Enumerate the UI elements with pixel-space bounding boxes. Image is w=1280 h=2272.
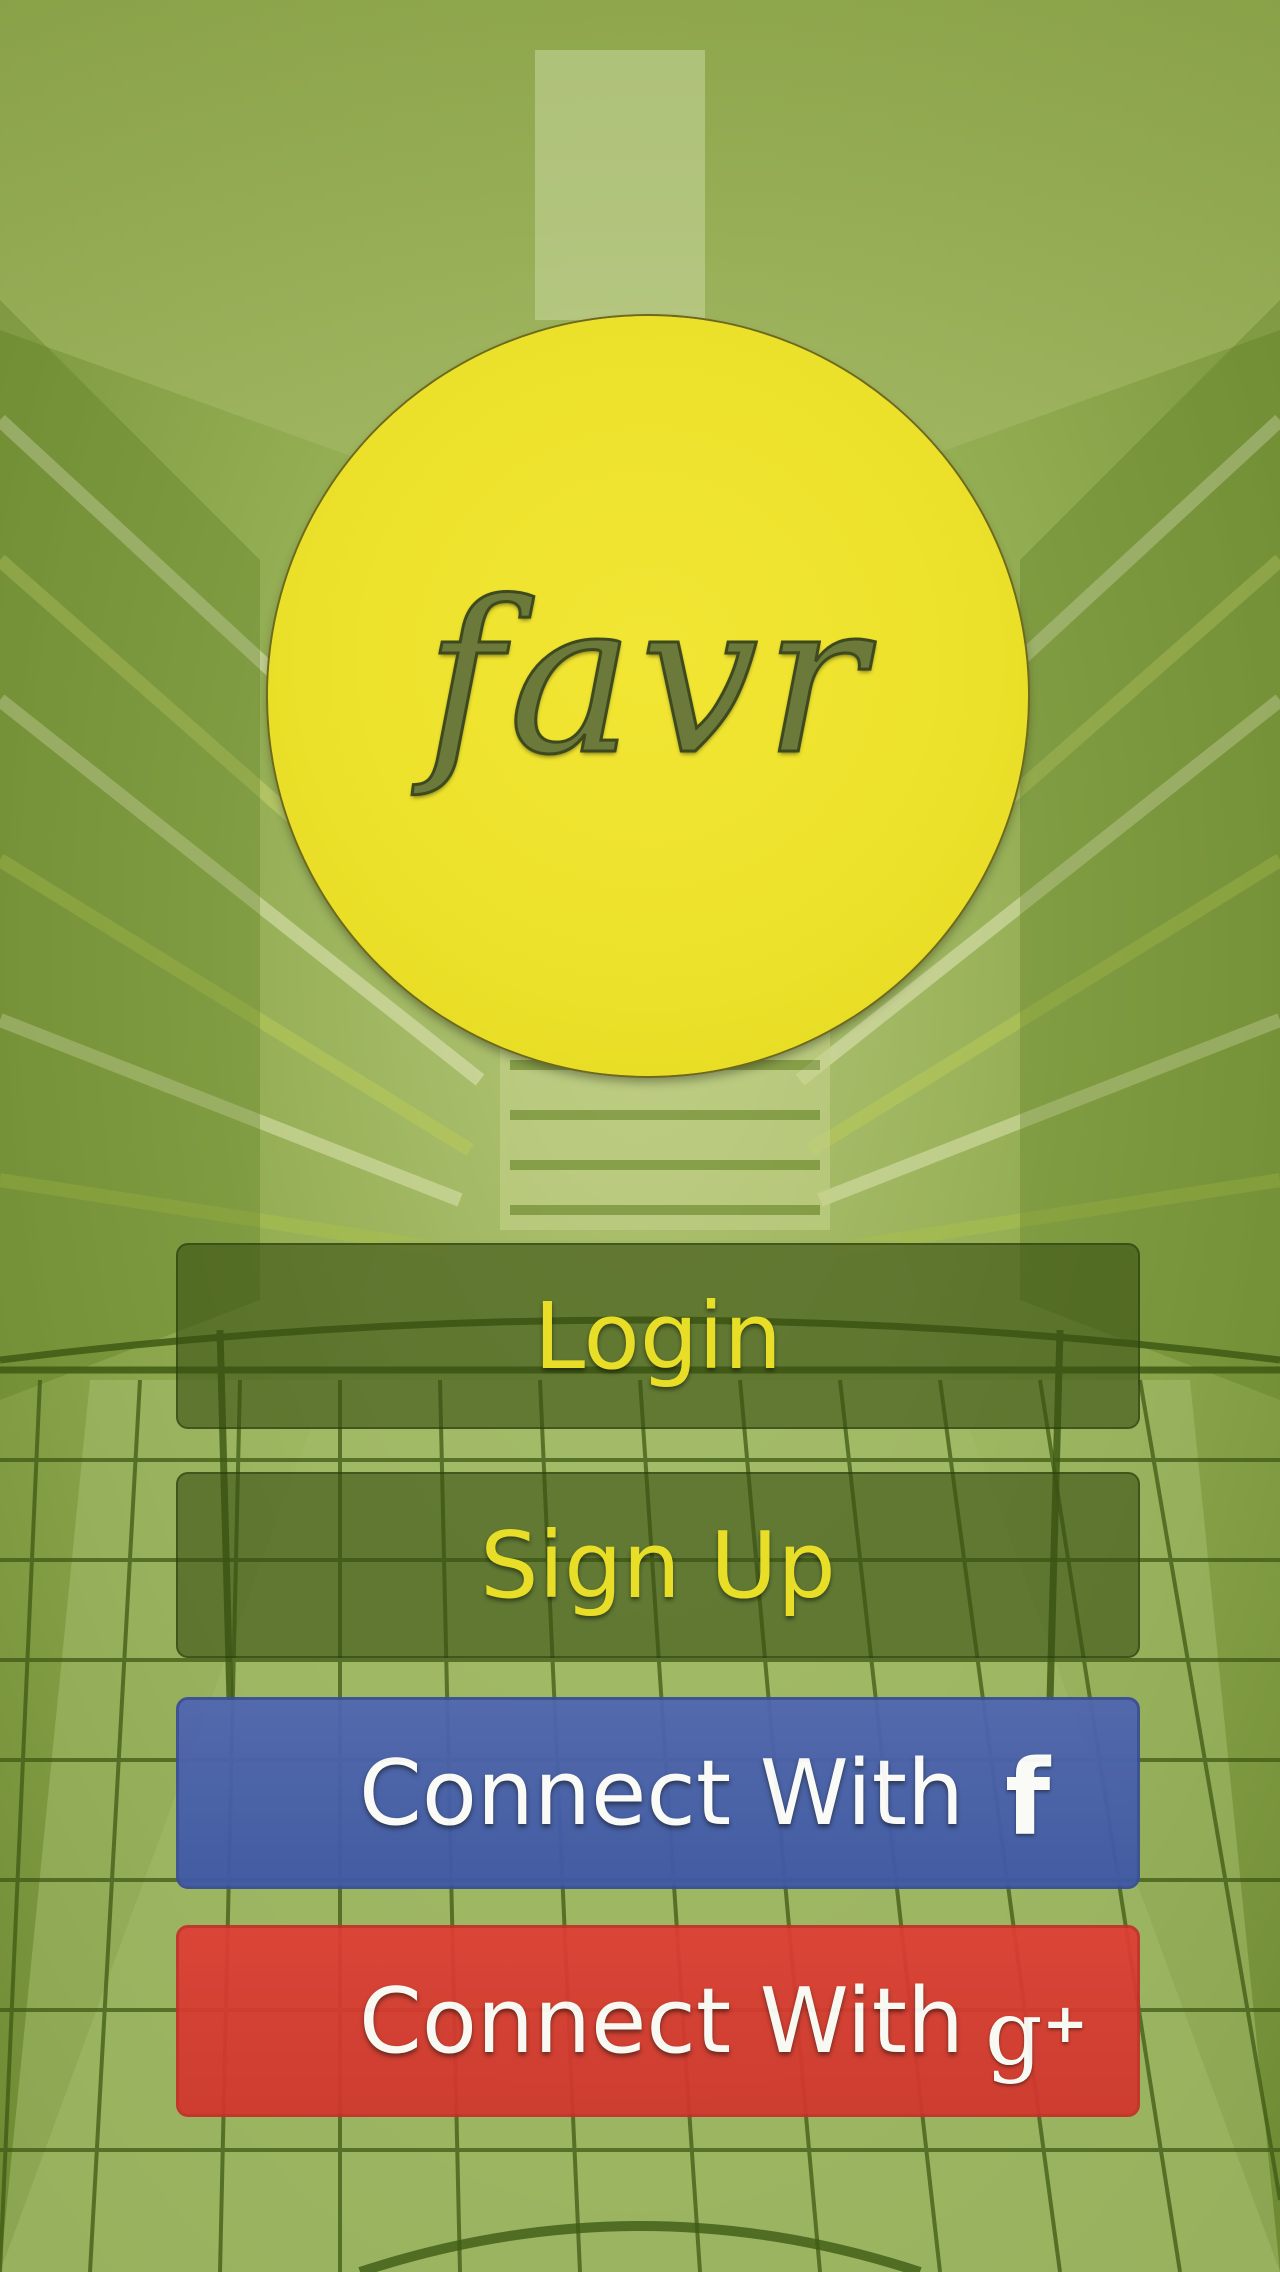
google-plus-icon: g+ [985, 1974, 1088, 2084]
login-button[interactable]: Login [176, 1243, 1140, 1429]
facebook-icon: f [1005, 1737, 1051, 1859]
connect-google-plus-button[interactable]: Connect With g+ [176, 1925, 1140, 2117]
login-screen: favr Login Sign Up Connect With f Connec… [0, 0, 1280, 2272]
connect-google-plus-label: Connect With [359, 1968, 965, 2074]
signup-button-label: Sign Up [480, 1511, 836, 1619]
connect-facebook-label: Connect With [359, 1740, 965, 1846]
google-plus-icon-letter: g [985, 1981, 1043, 2086]
login-button-label: Login [533, 1282, 783, 1390]
connect-facebook-button[interactable]: Connect With f [176, 1697, 1140, 1889]
app-logo: favr [268, 316, 1028, 1076]
logo-text: favr [424, 555, 871, 803]
signup-button[interactable]: Sign Up [176, 1472, 1140, 1658]
google-plus-icon-plus: + [1042, 1992, 1088, 2055]
